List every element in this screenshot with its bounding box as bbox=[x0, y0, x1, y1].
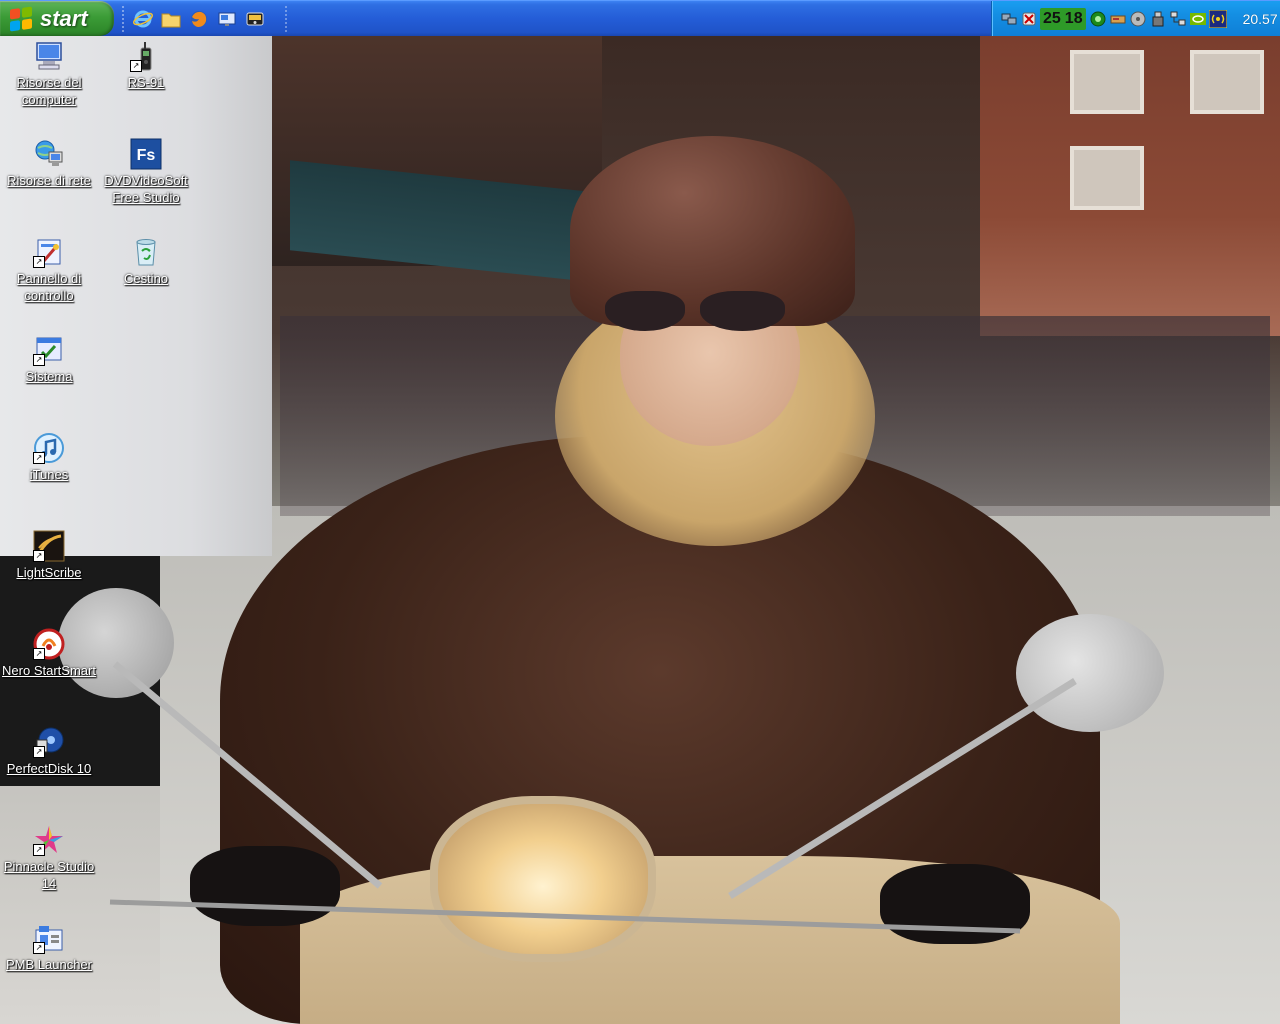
usb-device-icon[interactable] bbox=[1149, 10, 1167, 28]
shortcut-arrow-icon: ↗ bbox=[33, 746, 45, 758]
shortcut-arrow-icon: ↗ bbox=[33, 452, 45, 464]
start-button[interactable]: start bbox=[0, 1, 114, 36]
radio-device-icon: ↗ bbox=[130, 40, 162, 72]
desktop-icon-label: PMB Launcher bbox=[6, 957, 92, 972]
my-computer-icon bbox=[33, 40, 65, 72]
temperature-value-1: 25 bbox=[1043, 9, 1061, 27]
temperature-value-2: 18 bbox=[1064, 9, 1083, 27]
network-computers-icon[interactable] bbox=[1169, 10, 1187, 28]
desktop-icon-control-panel[interactable]: ↗ Pannello di controllo bbox=[1, 236, 97, 305]
media-player-icon[interactable] bbox=[244, 8, 266, 30]
nvidia-icon[interactable] bbox=[1189, 10, 1207, 28]
dvdvideosoft-icon: Fs bbox=[130, 138, 162, 170]
itunes-icon: ↗ bbox=[33, 432, 65, 464]
clock[interactable]: 20.57 bbox=[1243, 11, 1278, 27]
shortcut-arrow-icon: ↗ bbox=[33, 256, 45, 268]
temperature-monitor[interactable]: 25 18 bbox=[1040, 7, 1086, 30]
desktop-icon-label: PerfectDisk 10 bbox=[6, 761, 92, 776]
system-tray: 25 18 20.57 bbox=[991, 1, 1280, 36]
nero-icon: ↗ bbox=[33, 628, 65, 660]
taskbar-separator bbox=[285, 6, 289, 32]
shortcut-arrow-icon: ↗ bbox=[33, 844, 45, 856]
control-panel-icon: ↗ bbox=[33, 236, 65, 268]
desktop-icon-dvdvideosoft[interactable]: Fs DVDVideoSoft Free Studio bbox=[98, 138, 194, 207]
pmb-launcher-icon: ↗ bbox=[33, 922, 65, 954]
desktop-icon-rs-91[interactable]: ↗ RS-91 bbox=[98, 40, 194, 92]
shortcut-arrow-icon: ↗ bbox=[33, 550, 45, 562]
desktop-icon-perfectdisk[interactable]: ↗ PerfectDisk 10 bbox=[1, 726, 97, 778]
pinnacle-studio-icon: ↗ bbox=[33, 824, 65, 856]
desktop-icon-network-places[interactable]: Risorse di rete bbox=[1, 138, 97, 190]
desktop-icon-label: LightScribe bbox=[16, 565, 82, 580]
desktop-icon-label: DVDVideoSoft Free Studio bbox=[104, 173, 188, 205]
desktop-icon-label: Pinnacle Studio 14 bbox=[3, 859, 95, 891]
desktop-icon-my-computer[interactable]: Risorse del computer bbox=[1, 40, 97, 109]
svg-text:Fs: Fs bbox=[137, 147, 156, 164]
desktop-icon-nero-startsmart[interactable]: ↗ Nero StartSmart bbox=[1, 628, 97, 680]
internet-explorer-icon[interactable] bbox=[132, 8, 154, 30]
perfectdisk-icon: ↗ bbox=[33, 726, 65, 758]
firefox-icon[interactable] bbox=[188, 8, 210, 30]
desktop-icon-label: Nero StartSmart bbox=[2, 663, 96, 678]
desktop-icon-label: Risorse del computer bbox=[16, 75, 82, 107]
desktop-icon-label: RS-91 bbox=[127, 75, 165, 90]
show-desktop-icon[interactable] bbox=[216, 8, 238, 30]
desktop-icon-label: Pannello di controllo bbox=[16, 271, 82, 303]
card-reader-icon[interactable] bbox=[1109, 10, 1127, 28]
green-status-icon[interactable] bbox=[1089, 10, 1107, 28]
desktop-icon-label: iTunes bbox=[29, 467, 69, 482]
network-connection-icon[interactable] bbox=[1000, 10, 1018, 28]
desktop-icon-pinnacle-studio[interactable]: ↗ Pinnacle Studio 14 bbox=[1, 824, 97, 893]
shortcut-arrow-icon: ↗ bbox=[130, 60, 142, 72]
lightscribe-icon: ↗ bbox=[33, 530, 65, 562]
desktop-icon-itunes[interactable]: ↗ iTunes bbox=[1, 432, 97, 484]
desktop-icon-lightscribe[interactable]: ↗ LightScribe bbox=[1, 530, 97, 582]
system-icon: ↗ bbox=[33, 334, 65, 366]
shortcut-arrow-icon: ↗ bbox=[33, 354, 45, 366]
start-label: start bbox=[40, 5, 88, 31]
folder-icon[interactable] bbox=[160, 8, 182, 30]
desktop-icon-label: Risorse di rete bbox=[7, 173, 91, 188]
shortcut-arrow-icon: ↗ bbox=[33, 942, 45, 954]
disk-icon[interactable] bbox=[1129, 10, 1147, 28]
disconnected-network-icon[interactable] bbox=[1020, 10, 1038, 28]
shortcut-arrow-icon: ↗ bbox=[33, 648, 45, 660]
windows-logo-icon bbox=[10, 5, 32, 32]
desktop-icon-system[interactable]: ↗ Sistema bbox=[1, 334, 97, 386]
desktop-icon-pmb-launcher[interactable]: ↗ PMB Launcher bbox=[1, 922, 97, 974]
recycle-bin-icon bbox=[130, 236, 162, 268]
desktop-icon-label: Cestino bbox=[123, 271, 169, 286]
desktop-icon-label: Sistema bbox=[25, 369, 73, 384]
desktop-icon-recycle-bin[interactable]: Cestino bbox=[98, 236, 194, 288]
network-places-icon bbox=[33, 138, 65, 170]
quick-launch-bar bbox=[122, 6, 266, 32]
taskbar: start 25 18 20.57 bbox=[0, 0, 1280, 36]
wireless-icon[interactable] bbox=[1208, 9, 1227, 28]
